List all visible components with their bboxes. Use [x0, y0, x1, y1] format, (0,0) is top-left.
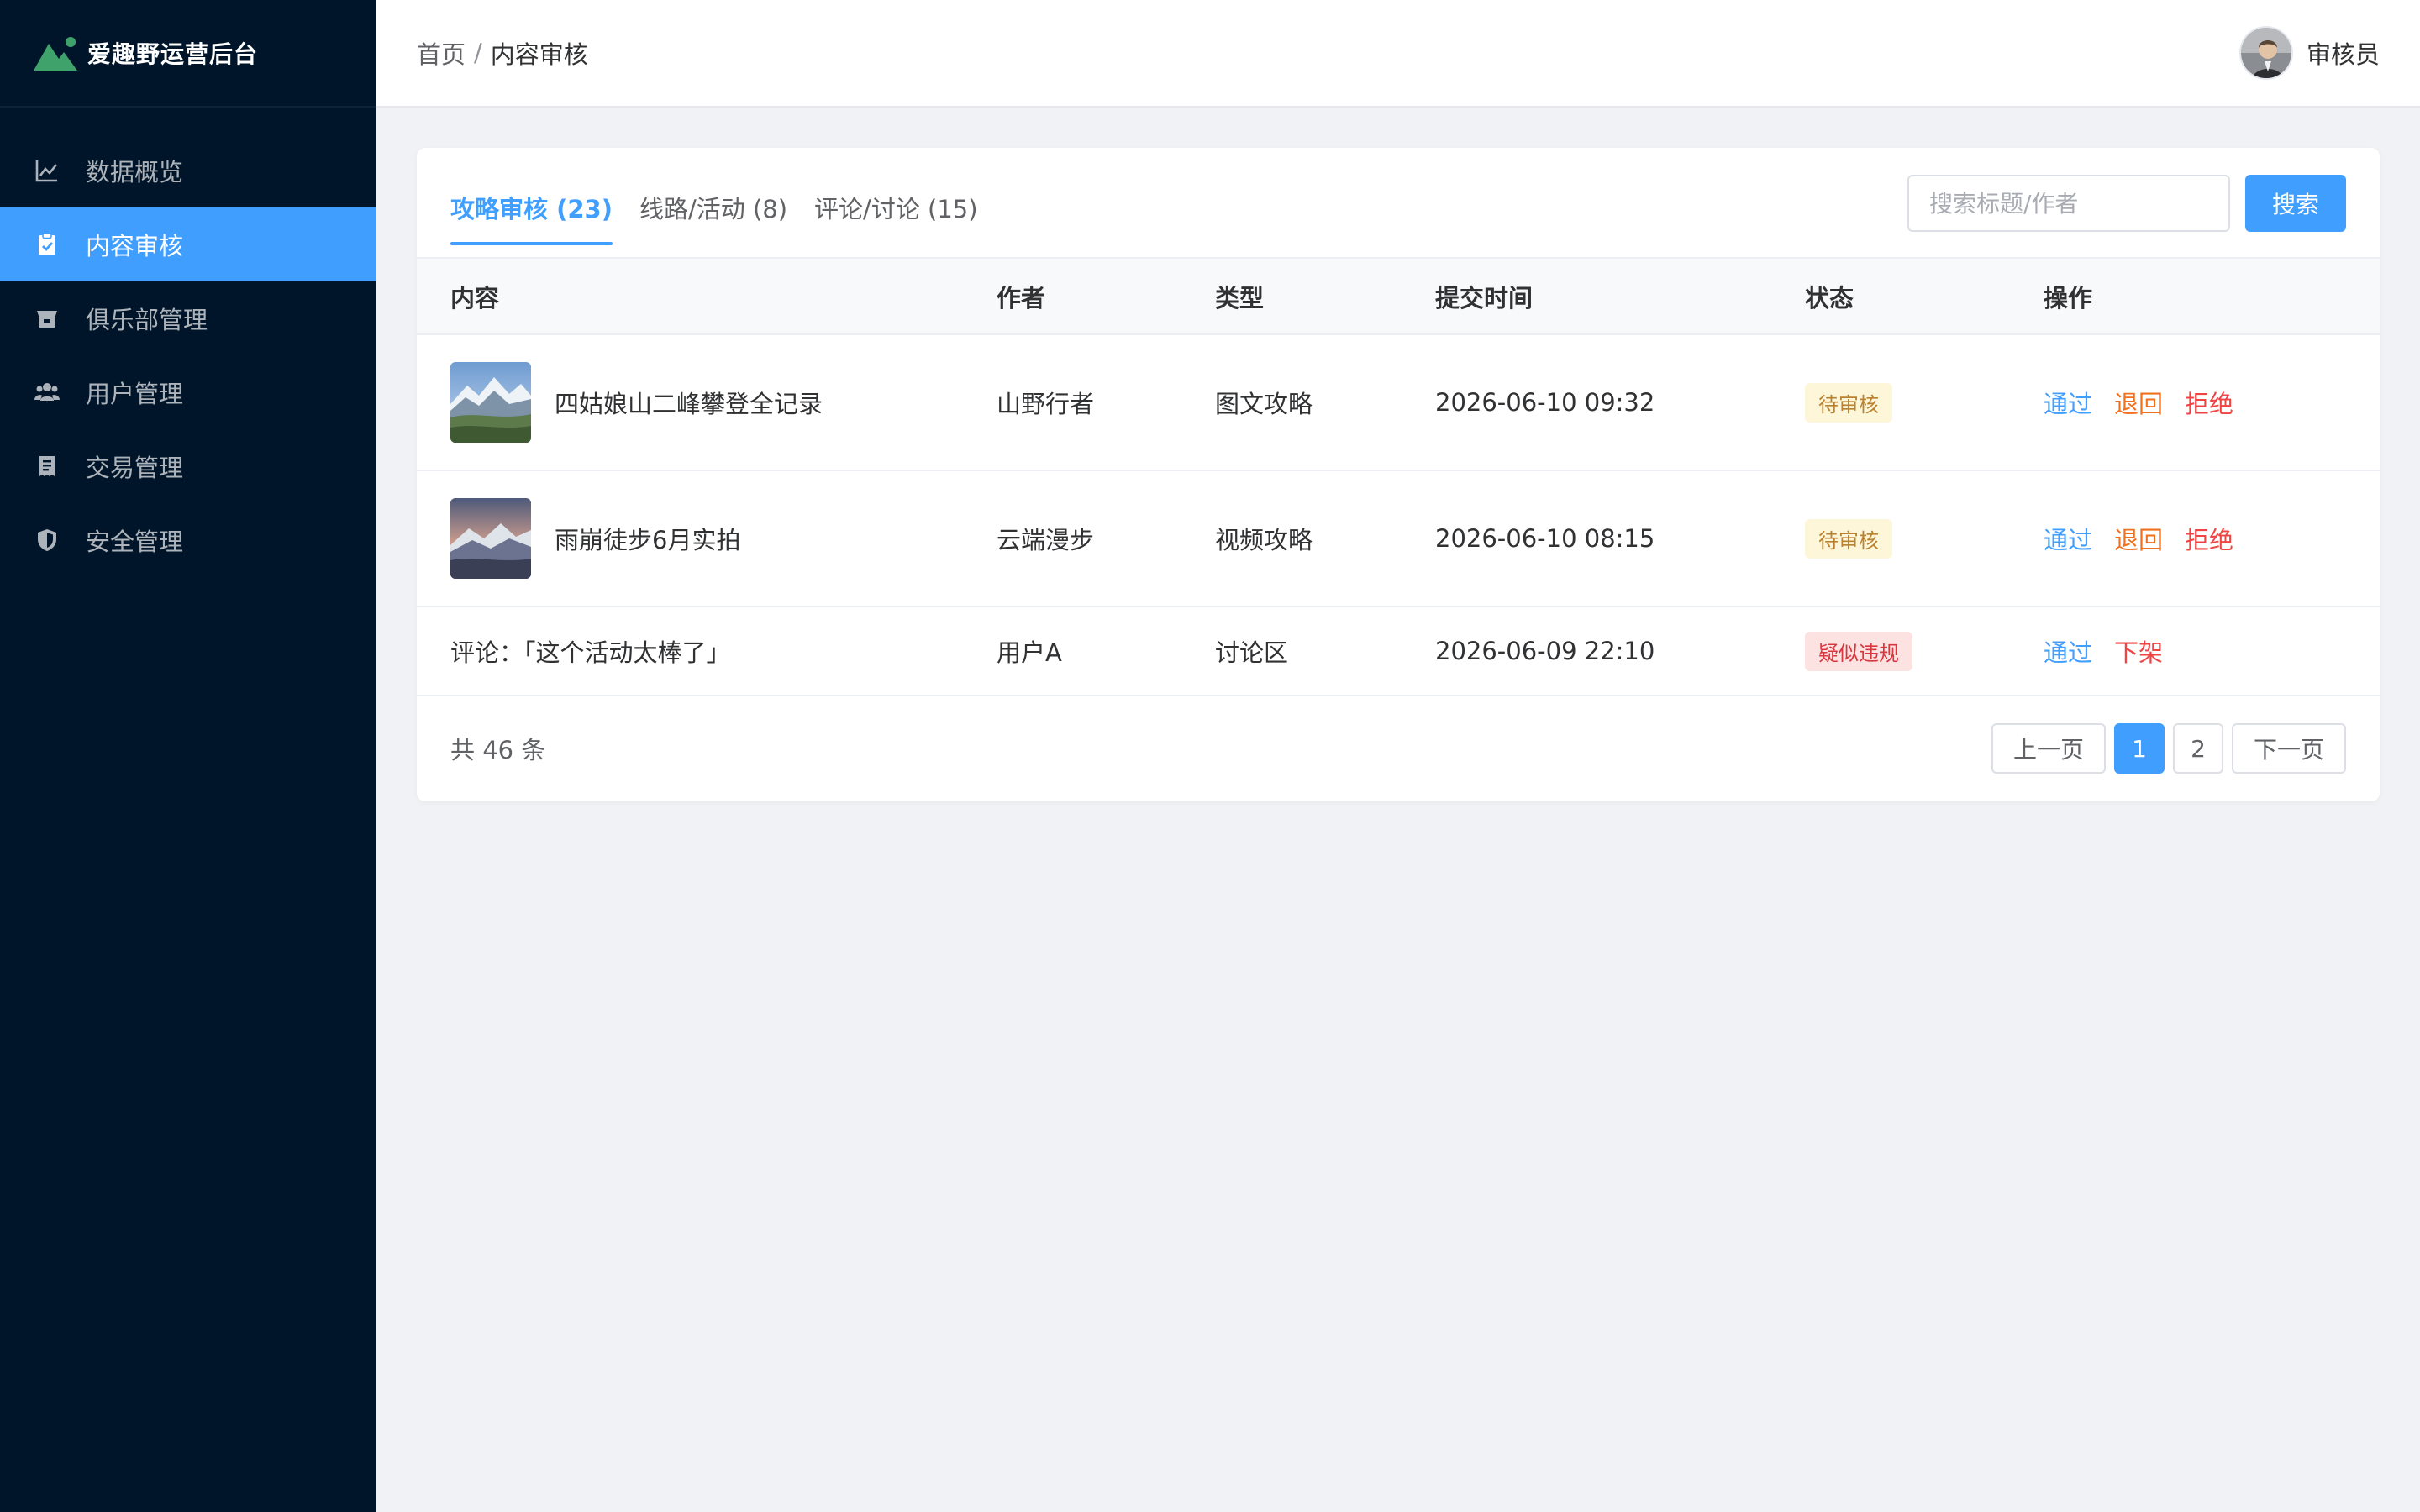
- pagination: 上一页 1 2 下一页: [1983, 723, 2346, 774]
- column-header-submit-time: 提交时间: [1435, 259, 1805, 335]
- sidebar-item-security-management[interactable]: 安全管理: [0, 503, 376, 577]
- column-header-type: 类型: [1215, 259, 1435, 335]
- table-header-row: 内容 作者 类型 提交时间 状态 操作: [417, 259, 2380, 335]
- search-input[interactable]: [1907, 175, 2230, 232]
- sidebar-item-data-overview[interactable]: 数据概览: [0, 134, 376, 207]
- author-cell: 云端漫步: [997, 470, 1215, 607]
- return-button[interactable]: 退回: [2114, 521, 2163, 556]
- sidebar-item-label: 内容审核: [86, 232, 184, 260]
- row-actions: 通过 退回 拒绝: [2044, 385, 2380, 420]
- column-header-content: 内容: [417, 259, 997, 335]
- sidebar-item-label: 安全管理: [86, 528, 184, 556]
- breadcrumb: 首页 / 内容审核: [417, 35, 588, 71]
- table-row: 雨崩徒步6月实拍 云端漫步 视频攻略 2026-06-10 08:15 待审核 …: [417, 470, 2380, 607]
- approve-button[interactable]: 通过: [2044, 521, 2092, 556]
- approve-button[interactable]: 通过: [2044, 633, 2092, 669]
- tab-comments-discussions[interactable]: 评论/讨论 (15): [814, 190, 978, 259]
- sidebar-item-content-review[interactable]: 内容审核: [0, 207, 376, 281]
- column-header-author: 作者: [997, 259, 1215, 335]
- search-button[interactable]: 搜索: [2245, 175, 2346, 232]
- breadcrumb-separator: /: [474, 39, 482, 67]
- page-2-button[interactable]: 2: [2172, 723, 2223, 774]
- submit-time-cell: 2026-06-10 08:15: [1435, 470, 1805, 607]
- approve-button[interactable]: 通过: [2044, 385, 2092, 420]
- receipt-icon: [34, 453, 60, 480]
- sidebar-item-label: 俱乐部管理: [86, 306, 208, 334]
- next-page-button[interactable]: 下一页: [2231, 723, 2346, 774]
- search-bar: 搜索: [1907, 175, 2346, 232]
- type-cell: 图文攻略: [1215, 334, 1435, 471]
- review-table: 内容 作者 类型 提交时间 状态 操作 四姑娘山二峰攀登全记录 山野行者 图文攻…: [417, 259, 2380, 696]
- user-menu[interactable]: 审核员: [2238, 26, 2380, 80]
- column-header-status: 状态: [1805, 259, 2044, 335]
- tabs: 攻略审核 (23) 线路/活动 (8) 评论/讨论 (15): [450, 148, 1005, 259]
- status-badge: 疑似违规: [1805, 631, 1912, 671]
- sidebar-item-transaction-management[interactable]: 交易管理: [0, 429, 376, 503]
- user-name: 审核员: [2306, 40, 2380, 69]
- tab-guide-review[interactable]: 攻略审核 (23): [450, 190, 613, 259]
- status-badge: 待审核: [1805, 382, 1892, 423]
- sidebar-menu: 数据概览 内容审核 俱乐部管理 用户管理 交易管理 安全管理: [0, 134, 376, 577]
- sidebar: 爱趣野运营后台 数据概览 内容审核 俱乐部管理 用户管理 交易管理 安全管理: [0, 0, 376, 1512]
- page-1-button[interactable]: 1: [2113, 723, 2165, 774]
- chart-line-icon: [34, 157, 60, 184]
- content-title[interactable]: 四姑娘山二峰攀登全记录: [555, 385, 823, 420]
- mountain-logo-icon: [34, 37, 77, 71]
- shield-icon: [34, 527, 60, 554]
- content-title[interactable]: 雨崩徒步6月实拍: [555, 521, 740, 556]
- reject-button[interactable]: 拒绝: [2185, 521, 2233, 556]
- sidebar-item-club-management[interactable]: 俱乐部管理: [0, 281, 376, 355]
- content-thumbnail[interactable]: [450, 498, 531, 579]
- app-title: 爱趣野运营后台: [87, 40, 259, 68]
- row-actions: 通过 下架: [2044, 633, 2380, 669]
- prev-page-button[interactable]: 上一页: [1991, 723, 2106, 774]
- return-button[interactable]: 退回: [2114, 385, 2163, 420]
- status-badge: 待审核: [1805, 518, 1892, 559]
- reject-button[interactable]: 拒绝: [2185, 385, 2233, 420]
- sidebar-item-label: 交易管理: [86, 454, 184, 482]
- type-cell: 视频攻略: [1215, 470, 1435, 607]
- table-row: 四姑娘山二峰攀登全记录 山野行者 图文攻略 2026-06-10 09:32 待…: [417, 334, 2380, 471]
- row-actions: 通过 退回 拒绝: [2044, 521, 2380, 556]
- breadcrumb-home[interactable]: 首页: [417, 35, 466, 71]
- sidebar-item-label: 数据概览: [86, 158, 184, 186]
- author-cell: 用户A: [997, 606, 1215, 696]
- sidebar-item-label: 用户管理: [86, 380, 184, 408]
- tab-routes-activities[interactable]: 线路/活动 (8): [639, 190, 787, 259]
- submit-time-cell: 2026-06-09 22:10: [1435, 606, 1805, 696]
- table-footer: 共 46 条 上一页 1 2 下一页: [417, 696, 2380, 801]
- content-thumbnail[interactable]: [450, 362, 531, 443]
- table-row: 评论：「这个活动太棒了」 用户A 讨论区 2026-06-09 22:10 疑似…: [417, 606, 2380, 696]
- type-cell: 讨论区: [1215, 606, 1435, 696]
- breadcrumb-current: 内容审核: [490, 40, 588, 69]
- author-cell: 山野行者: [997, 334, 1215, 471]
- content-review-card: 攻略审核 (23) 线路/活动 (8) 评论/讨论 (15) 搜索 内容 作者 …: [417, 148, 2380, 801]
- take-down-button[interactable]: 下架: [2114, 633, 2163, 669]
- column-header-actions: 操作: [2044, 259, 2380, 335]
- content-title[interactable]: 评论：「这个活动太棒了」: [417, 606, 997, 696]
- sidebar-item-user-management[interactable]: 用户管理: [0, 355, 376, 429]
- submit-time-cell: 2026-06-10 09:32: [1435, 334, 1805, 471]
- users-icon: [34, 379, 60, 406]
- card-toolbar: 攻略审核 (23) 线路/活动 (8) 评论/讨论 (15) 搜索: [417, 148, 2380, 259]
- store-icon: [34, 305, 60, 332]
- avatar: [2238, 26, 2293, 80]
- brand[interactable]: 爱趣野运营后台: [0, 0, 376, 108]
- clipboard-check-icon: [34, 231, 60, 258]
- top-header: 首页 / 内容审核 审核员: [376, 0, 2420, 108]
- total-count: 共 46 条: [450, 736, 546, 764]
